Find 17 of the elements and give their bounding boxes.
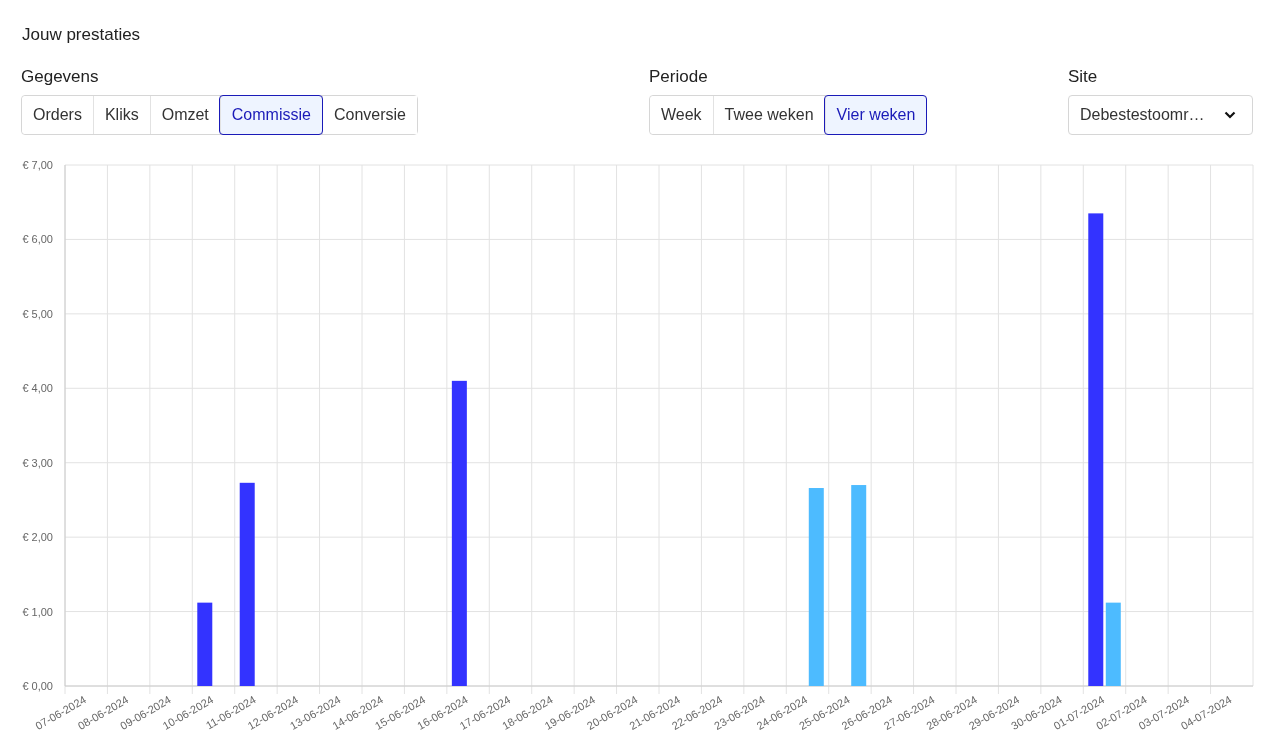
chevron-down-icon — [1224, 111, 1236, 119]
segment-button[interactable]: Vier weken — [824, 96, 927, 134]
y-axis-label: € 7,00 — [22, 159, 53, 171]
filter-label: Periode — [649, 67, 709, 87]
segment-button[interactable]: Conversie — [321, 96, 417, 134]
y-axis-label: € 2,00 — [22, 531, 53, 544]
y-axis-label: € 6,00 — [22, 233, 53, 246]
y-axis-label: € 5,00 — [22, 307, 53, 320]
page-title: Jouw prestaties — [21, 24, 142, 46]
filter-label: Site — [1068, 67, 1099, 87]
y-axis-label: € 3,00 — [22, 456, 53, 469]
filter-label: Gegevens — [21, 67, 100, 87]
segment-button[interactable]: Commissie — [219, 96, 322, 134]
y-axis-label: € 0,00 — [22, 680, 53, 692]
y-axis-label: € 4,00 — [22, 382, 53, 395]
site-dropdown[interactable]: Debestestoomr… — [1068, 95, 1253, 135]
y-axis-label: € 1,00 — [22, 605, 53, 618]
